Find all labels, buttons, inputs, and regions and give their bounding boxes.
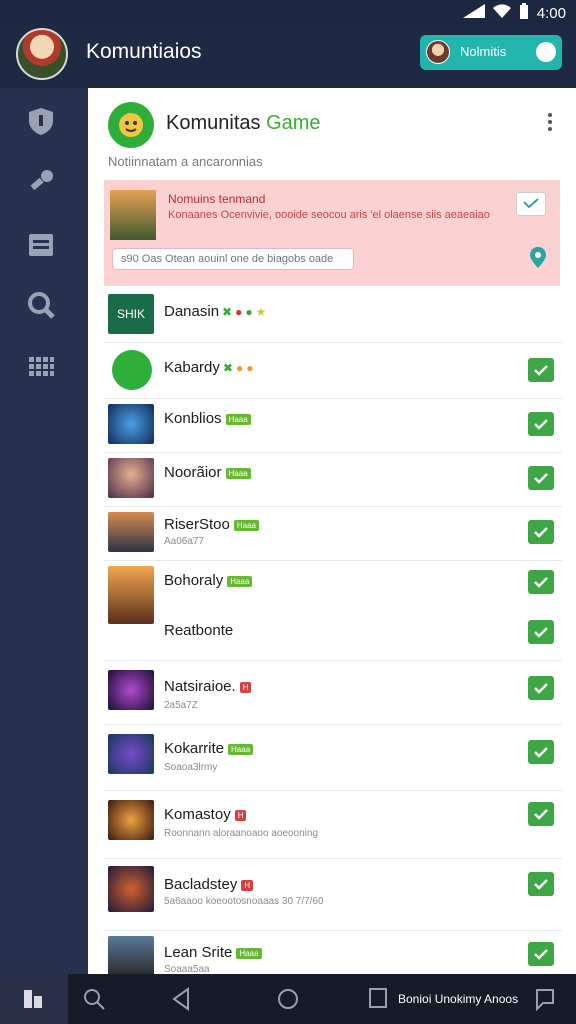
shield-icon[interactable] xyxy=(24,104,58,138)
row-title: Noorãior Haaa xyxy=(164,464,251,481)
checkbox-checked-icon[interactable] xyxy=(528,942,554,966)
list-item[interactable]: RiserStoo Haaa Aa06a77 xyxy=(104,506,562,561)
app-title: Komuntiaios xyxy=(86,40,202,63)
home-tab[interactable] xyxy=(0,974,68,1024)
main-content: Komunitas Game Notiinnatam a ancaronnias… xyxy=(88,88,576,974)
battery-icon xyxy=(519,3,529,23)
row-title: RiserStoo Haaa xyxy=(164,516,259,533)
row-subtitle: Soaaa5aa xyxy=(164,964,210,974)
checkbox-checked-icon[interactable] xyxy=(528,620,554,644)
notice-body: Konaanes Ocenvivie, oooide seocou aris '… xyxy=(168,209,490,221)
row-subtitle: Roonnann aloraanoaoo aoeooning xyxy=(164,828,319,839)
home-circle-icon[interactable] xyxy=(276,987,300,1016)
row-title: Kabardy ✖ ● ● xyxy=(164,359,254,376)
row-title: Bacladstey H xyxy=(164,876,254,893)
checkbox-checked-icon[interactable] xyxy=(528,872,554,896)
row-title: Lean Srite Haaa xyxy=(164,944,262,961)
notice-image xyxy=(110,190,156,240)
toggle-knob[interactable] xyxy=(536,42,556,62)
list-item[interactable]: Lean Srite Haaa Soaaa5aa xyxy=(104,932,562,974)
title-main: Komunitas xyxy=(166,112,261,134)
list-item[interactable]: Natsiraioe. H 2a5a7Z xyxy=(104,662,562,725)
row-title: Kokarrite Haaa xyxy=(164,740,254,757)
user-avatar[interactable] xyxy=(16,28,68,80)
notif-label: Nolmitis xyxy=(460,44,507,59)
checkbox-checked-icon[interactable] xyxy=(528,520,554,544)
row-title: Danasin ✖ ● ● ★ xyxy=(164,303,267,320)
thumb-nooraior xyxy=(108,458,154,498)
thumb-lean-srite xyxy=(108,936,154,974)
brush-icon[interactable] xyxy=(24,164,58,198)
checkbox-checked-icon[interactable] xyxy=(528,740,554,764)
thumb-natsiraioe xyxy=(108,670,154,710)
checkbox-checked-icon[interactable] xyxy=(528,570,554,594)
list-item[interactable]: Konblios Haaa xyxy=(104,398,562,453)
back-icon[interactable] xyxy=(172,987,192,1016)
sidebar xyxy=(0,88,88,974)
list-item[interactable]: Bohoraly Haaa Reatbonte xyxy=(104,560,562,661)
list-item[interactable]: SHIK Danasin ✖ ● ● ★ xyxy=(104,288,562,343)
nav-label: Bonioi Unokimy Anoos xyxy=(398,992,519,1006)
thumb-bacladstey xyxy=(108,866,154,912)
wifi-icon xyxy=(492,4,511,22)
title-accent: Game xyxy=(266,112,321,134)
community-logo xyxy=(108,102,154,148)
row-subtitle: 5a6aaoo koeootosnoaaas 30 7/7/60 xyxy=(164,896,324,907)
app-grid-icon xyxy=(24,990,42,1008)
checkbox-checked-icon[interactable] xyxy=(528,466,554,490)
row-subtitle: 2a5a7Z xyxy=(164,700,198,711)
location-pin-icon[interactable] xyxy=(528,246,548,270)
notifications-toggle-button[interactable]: Nolmitis xyxy=(420,35,562,70)
signal-icon xyxy=(462,4,485,22)
list-item[interactable]: Kabardy ✖ ● ● xyxy=(104,344,562,399)
row-title: Bohoraly Haaa xyxy=(164,572,253,589)
notice-check-icon[interactable] xyxy=(516,192,546,216)
notice-card: Nomuins tenmand Konaanes Ocenvivie, oooi… xyxy=(104,180,560,286)
row-title: Natsiraioe. H xyxy=(164,678,252,695)
status-bar: 4:00 xyxy=(0,0,576,24)
thumb-konblios xyxy=(108,404,154,444)
list-item[interactable]: Noorãior Haaa xyxy=(104,452,562,507)
row-title: Reatbonte xyxy=(164,622,234,639)
clock-time: 4:00 xyxy=(536,4,566,22)
more-options-icon[interactable] xyxy=(540,110,560,136)
notice-title: Nomuins tenmand xyxy=(168,192,266,206)
row-subtitle: Soaoa3lrmy xyxy=(164,762,218,773)
recents-icon[interactable] xyxy=(368,987,388,1014)
row-title: Konblios Haaa xyxy=(164,410,251,427)
grid-icon[interactable] xyxy=(24,350,58,384)
list-item[interactable]: Kokarrite Haaa Soaoa3lrmy xyxy=(104,726,562,791)
thumb-kokarrite xyxy=(108,734,154,774)
thumb-komastoy xyxy=(108,800,154,840)
list-item[interactable]: Komastoy H Roonnann aloraanoaoo aoeooning xyxy=(104,792,562,859)
news-icon[interactable] xyxy=(24,228,58,262)
bottom-nav-bar: Bonioi Unokimy Anoos xyxy=(0,974,576,1024)
chat-icon[interactable] xyxy=(534,987,556,1016)
list-item[interactable]: Bacladstey H 5a6aaoo koeootosnoaaas 30 7/… xyxy=(104,860,562,931)
search-icon[interactable] xyxy=(24,288,58,322)
thumb-riserstoo xyxy=(108,512,154,552)
thumb-kabardy xyxy=(112,350,152,390)
checkbox-checked-icon[interactable] xyxy=(528,802,554,826)
page-subtitle: Notiinnatam a ancaronnias xyxy=(108,154,263,169)
thumb-bohoraly xyxy=(108,566,154,624)
row-subtitle: Aa06a77 xyxy=(164,536,205,547)
checkbox-checked-icon[interactable] xyxy=(528,676,554,700)
checkbox-checked-icon[interactable] xyxy=(528,358,554,382)
top-app-bar: Komuntiaios Nolmitis xyxy=(0,24,576,88)
checkbox-checked-icon[interactable] xyxy=(528,412,554,436)
search-nav-icon[interactable] xyxy=(82,987,106,1016)
page-title: Komunitas Game xyxy=(166,112,321,135)
thumb-danasin: SHIK xyxy=(108,294,154,334)
row-title: Komastoy H xyxy=(164,806,247,823)
notice-input[interactable] xyxy=(112,248,354,270)
notif-avatar xyxy=(426,40,450,64)
